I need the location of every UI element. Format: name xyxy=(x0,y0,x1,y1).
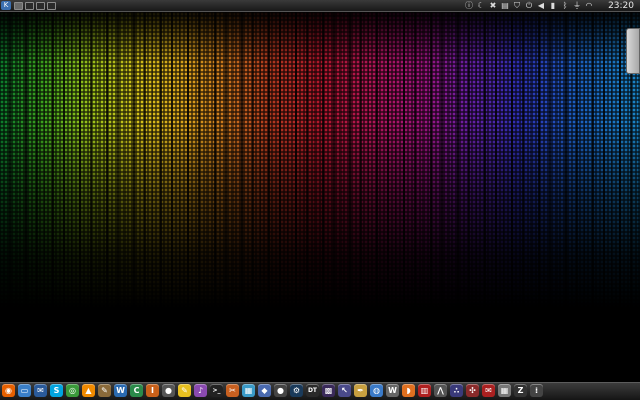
calculator-icon[interactable]: ▦ xyxy=(498,384,511,397)
kde-menu-button[interactable]: K xyxy=(1,1,11,10)
wallpaper-stripes xyxy=(0,12,640,382)
grid-app-icon[interactable]: ⁞ xyxy=(530,384,543,397)
writer-icon[interactable]: W xyxy=(114,384,127,397)
darktable-icon[interactable]: DT xyxy=(306,384,319,397)
steam-dots-icon[interactable]: ∴ xyxy=(450,384,463,397)
side-toolbox-handle-icon xyxy=(628,35,638,67)
tools-app-icon[interactable]: ✂ xyxy=(226,384,239,397)
fox-icon[interactable]: ◗ xyxy=(402,384,415,397)
tools-icon[interactable]: ✖ xyxy=(488,1,498,11)
notes-icon[interactable]: ✎ xyxy=(178,384,191,397)
skype-icon[interactable]: S xyxy=(50,384,63,397)
triangle-app-icon[interactable]: ⋀ xyxy=(434,384,447,397)
moon-icon[interactable]: ☾ xyxy=(476,1,486,11)
clock[interactable]: 23:20 xyxy=(608,0,634,12)
steam-icon[interactable]: ⚙ xyxy=(290,384,303,397)
music-icon[interactable]: ♪ xyxy=(194,384,207,397)
cursor-icon[interactable]: ↖ xyxy=(338,384,351,397)
pen-icon[interactable]: ✒ xyxy=(354,384,367,397)
info-icon[interactable]: ⓘ xyxy=(464,1,474,11)
pager-desktop-3[interactable] xyxy=(36,2,45,10)
palette-icon[interactable]: ▩ xyxy=(322,384,335,397)
photo-icon[interactable]: ▦ xyxy=(242,384,255,397)
system-tray: ⓘ ☾ ✖ ▤ ⛉ ⏻ ◀ ▮ ᛒ ⏚ ◠ xyxy=(464,1,594,11)
gimp-icon[interactable]: ✎ xyxy=(98,384,111,397)
wallpaper xyxy=(0,12,640,382)
globe-icon[interactable]: ◍ xyxy=(370,384,383,397)
config-icon[interactable]: ✣ xyxy=(466,384,479,397)
dock-launchers: ◉ ▭ ✉ S ◎ ▲ ✎ W C I ● ✎ ♪ >_ ✂ ▦ ◆ ● ⚙ DT ▩ ↖ ✒ ◍ W ◗ ▥ ⋀ ∴ ✣ ✉ ▦ Z ⁞ xyxy=(2,384,543,397)
usb-icon[interactable]: ⏚ xyxy=(572,1,582,11)
chrome-icon[interactable]: ◎ xyxy=(66,384,79,397)
bottom-dock: ◉ ▭ ✉ S ◎ ▲ ✎ W C I ● ✎ ♪ >_ ✂ ▦ ◆ ● ⚙ DT ▩ ↖ ✒ ◍ W ◗ ▥ ⋀ ∴ ✣ ✉ ▦ Z ⁞ xyxy=(0,382,640,400)
desktop-screen: K ⓘ ☾ ✖ ▤ ⛉ ⏻ ◀ ▮ ᛒ ⏚ ◠ 23:20 ◉ ▭ ✉ S ◎ ▲ ✎ W C I ● ✎ ♪ >_ ✂ ▦ ◆ ● ⚙… xyxy=(0,0,640,400)
power-icon[interactable]: ⏻ xyxy=(524,1,534,11)
bluetooth-icon[interactable]: ᛒ xyxy=(560,1,570,11)
files-icon[interactable]: ▭ xyxy=(18,384,31,397)
camera-icon[interactable]: ● xyxy=(274,384,287,397)
thunderbird-icon[interactable]: ✉ xyxy=(34,384,47,397)
terminal-icon[interactable]: >_ xyxy=(210,384,223,397)
top-panel: K ⓘ ☾ ✖ ▤ ⛉ ⏻ ◀ ▮ ᛒ ⏚ ◠ 23:20 xyxy=(0,0,640,12)
impress-icon[interactable]: I xyxy=(146,384,159,397)
clipboard-icon[interactable]: ▤ xyxy=(500,1,510,11)
plasma-side-toolbox[interactable] xyxy=(626,28,640,74)
shield-icon[interactable]: ⛉ xyxy=(512,1,522,11)
mail-app-icon[interactable]: ✉ xyxy=(482,384,495,397)
calc-icon[interactable]: C xyxy=(130,384,143,397)
volume-icon[interactable]: ◀ xyxy=(536,1,546,11)
wifi-icon[interactable]: ◠ xyxy=(584,1,594,11)
firefox-icon[interactable]: ◉ xyxy=(2,384,15,397)
battery-icon[interactable]: ▮ xyxy=(548,1,558,11)
wordpress-icon[interactable]: W xyxy=(386,384,399,397)
pager-desktop-4[interactable] xyxy=(47,2,56,10)
game-icon[interactable]: ◆ xyxy=(258,384,271,397)
zim-icon[interactable]: Z xyxy=(514,384,527,397)
pager-desktop-2[interactable] xyxy=(25,2,34,10)
media-icon[interactable]: ▥ xyxy=(418,384,431,397)
desktop-pager xyxy=(14,2,56,10)
vlc-icon[interactable]: ▲ xyxy=(82,384,95,397)
pager-desktop-1[interactable] xyxy=(14,2,23,10)
inkscape-icon[interactable]: ● xyxy=(162,384,175,397)
